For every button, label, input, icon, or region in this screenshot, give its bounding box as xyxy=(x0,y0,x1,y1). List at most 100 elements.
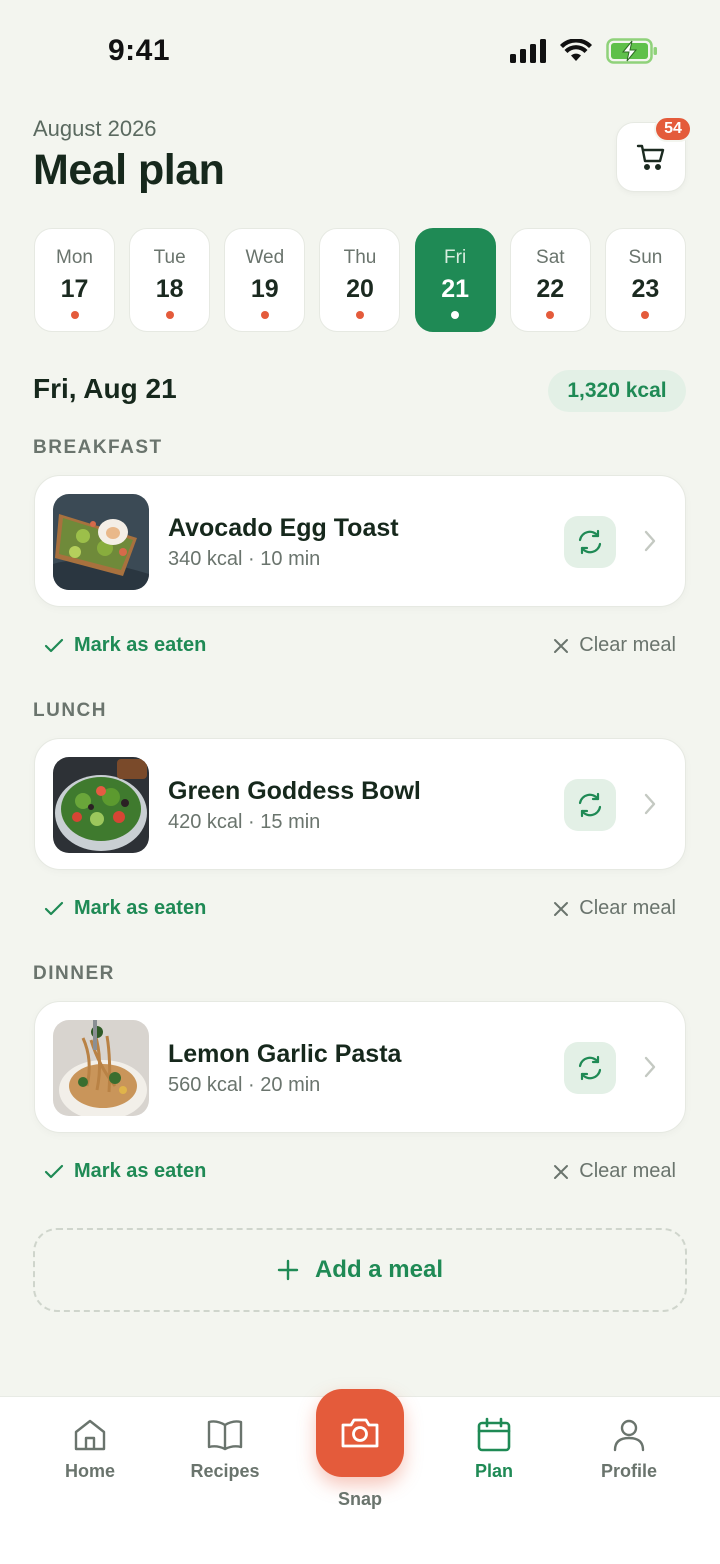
close-icon xyxy=(554,638,569,653)
day-number: 22 xyxy=(536,275,565,303)
meal-meta: 420 kcal · 15 min xyxy=(168,811,321,833)
chevron-right-icon[interactable] xyxy=(643,528,657,554)
page-title: Meal plan xyxy=(33,146,225,194)
calendar-icon xyxy=(477,1417,511,1452)
close-icon xyxy=(554,1164,569,1179)
meal-card-lunch[interactable]: Green Goddess Bowl 420 kcal · 15 min xyxy=(34,738,686,870)
meal-meta: 560 kcal · 20 min xyxy=(168,1074,321,1096)
clear-meal-button[interactable]: Clear meal xyxy=(553,897,676,920)
user-icon xyxy=(613,1419,645,1452)
nav-home[interactable]: Home xyxy=(40,1417,140,1482)
status-bar: 9:41 xyxy=(0,0,720,100)
day-mon[interactable]: Mon 17 xyxy=(34,228,115,332)
day-name: Tue xyxy=(153,247,186,268)
clear-meal-label: Clear meal xyxy=(579,897,676,919)
add-meal-button[interactable]: Add a meal xyxy=(33,1228,687,1312)
nav-plan[interactable]: Plan xyxy=(444,1417,544,1482)
day-number: 19 xyxy=(250,275,279,303)
cart-badge: 54 xyxy=(654,116,692,142)
nav-home-label: Home xyxy=(64,1461,115,1481)
signal-icon xyxy=(510,39,546,63)
total-kcal-badge: 1,320 kcal xyxy=(548,370,686,412)
day-number: 23 xyxy=(631,275,660,303)
mark-eaten-button[interactable]: Mark as eaten xyxy=(44,897,206,920)
cart-icon xyxy=(636,144,665,171)
meal-card-breakfast[interactable]: Avocado Egg Toast 340 kcal · 10 min xyxy=(34,475,686,607)
clear-meal-button[interactable]: Clear meal xyxy=(553,1160,676,1183)
meal-photo xyxy=(53,494,149,590)
day-number: 17 xyxy=(60,275,89,303)
home-icon xyxy=(74,1419,106,1451)
swap-meal-button[interactable] xyxy=(564,1042,616,1094)
meal-card-dinner[interactable]: Lemon Garlic Pasta 560 kcal · 20 min xyxy=(34,1001,686,1133)
meal-actions-lunch: Mark as eaten Clear meal xyxy=(34,897,686,927)
meal-name: Lemon Garlic Pasta xyxy=(168,1040,402,1068)
book-icon xyxy=(207,1420,243,1451)
planned-dot xyxy=(641,311,650,319)
planned-dot xyxy=(70,311,79,319)
meal-actions-dinner: Mark as eaten Clear meal xyxy=(34,1160,686,1190)
nav-recipes[interactable]: Recipes xyxy=(175,1417,275,1482)
planned-dot xyxy=(355,311,364,319)
plus-icon xyxy=(277,1259,299,1281)
swap-icon xyxy=(578,792,602,818)
chevron-right-icon[interactable] xyxy=(643,1054,657,1080)
nav-profile[interactable]: Profile xyxy=(579,1417,679,1482)
month-label: August 2026 xyxy=(33,116,157,141)
section-label-lunch: LUNCH xyxy=(33,700,107,721)
planned-dot xyxy=(546,311,555,319)
day-name: Fri xyxy=(444,247,467,268)
week-selector: Mon 17 Tue 18 Wed 19 Thu 20 Fri 21 Sat 2… xyxy=(34,228,686,332)
nav-recipes-label: Recipes xyxy=(190,1461,260,1481)
day-name: Sat xyxy=(536,247,565,268)
meal-actions-breakfast: Mark as eaten Clear meal xyxy=(34,634,686,664)
planned-dot xyxy=(451,311,460,319)
day-tue[interactable]: Tue 18 xyxy=(129,228,211,332)
day-name: Wed xyxy=(245,247,285,268)
day-number: 20 xyxy=(346,275,374,303)
day-name: Mon xyxy=(56,247,93,268)
mark-eaten-button[interactable]: Mark as eaten xyxy=(44,1160,206,1183)
swap-meal-button[interactable] xyxy=(564,779,616,831)
clear-meal-button[interactable]: Clear meal xyxy=(553,634,676,657)
clear-meal-label: Clear meal xyxy=(579,634,676,656)
planned-dot xyxy=(165,311,174,319)
day-sun[interactable]: Sun 23 xyxy=(604,228,686,332)
selected-date-heading: Fri, Aug 21 xyxy=(33,373,177,404)
status-icons xyxy=(510,38,658,64)
close-icon xyxy=(554,901,569,916)
bottom-nav: Home Recipes Snap Plan Profile xyxy=(0,1389,720,1564)
mark-eaten-label: Mark as eaten xyxy=(74,897,207,919)
status-time: 9:41 xyxy=(108,34,171,67)
meal-meta: 340 kcal · 10 min xyxy=(168,548,321,570)
day-name: Sun xyxy=(628,247,663,268)
nav-plan-label: Plan xyxy=(474,1461,513,1481)
add-meal-label: Add a meal xyxy=(314,1256,444,1283)
day-number: 18 xyxy=(155,275,184,303)
wifi-icon xyxy=(560,39,592,61)
mark-eaten-label: Mark as eaten xyxy=(74,634,207,656)
day-thu[interactable]: Thu 20 xyxy=(319,228,401,332)
chevron-right-icon[interactable] xyxy=(643,791,657,817)
day-name: Thu xyxy=(343,247,377,268)
swap-icon xyxy=(578,529,602,555)
battery-charging-icon xyxy=(606,38,657,64)
check-icon xyxy=(44,901,64,915)
snap-button[interactable] xyxy=(316,1389,404,1477)
planned-dot xyxy=(260,311,269,319)
day-wed[interactable]: Wed 19 xyxy=(224,228,306,332)
check-icon xyxy=(44,638,64,652)
swap-meal-button[interactable] xyxy=(564,516,616,568)
snap-label: Snap xyxy=(337,1489,382,1509)
swap-icon xyxy=(578,1055,602,1081)
day-fri[interactable]: Fri 21 xyxy=(414,228,496,332)
nav-profile-label: Profile xyxy=(600,1461,657,1481)
meal-photo xyxy=(53,757,149,853)
check-icon xyxy=(44,1164,64,1178)
meal-name: Avocado Egg Toast xyxy=(168,514,399,542)
meal-name: Green Goddess Bowl xyxy=(168,777,421,805)
mark-eaten-button[interactable]: Mark as eaten xyxy=(44,634,206,657)
section-label-breakfast: BREAKFAST xyxy=(33,437,163,458)
day-sat[interactable]: Sat 22 xyxy=(509,228,591,332)
mark-eaten-label: Mark as eaten xyxy=(74,1160,207,1182)
